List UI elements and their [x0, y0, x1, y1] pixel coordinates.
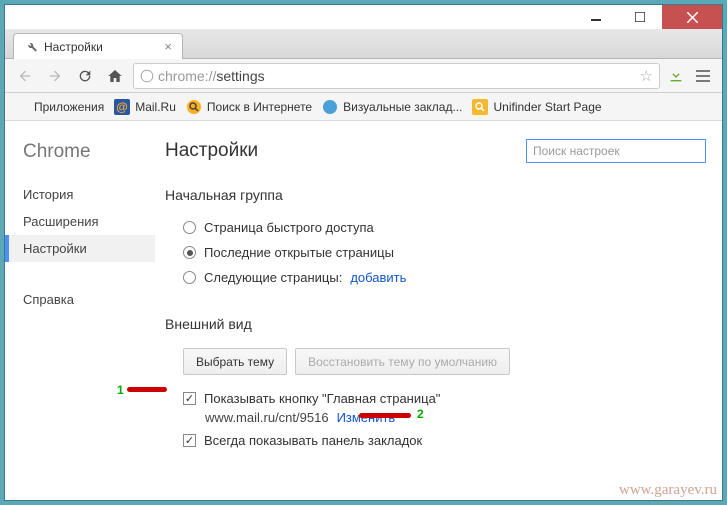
bookmark-label: Unifinder Start Page: [493, 100, 601, 114]
nav-toolbar: chrome://settings ☆: [5, 59, 722, 93]
back-button[interactable]: [13, 64, 37, 88]
bookmark-label: Поиск в Интернете: [207, 100, 312, 114]
bookmark-label: Визуальные заклад...: [343, 100, 462, 114]
window-titlebar: [5, 5, 722, 29]
sidebar-item-history[interactable]: История: [23, 181, 155, 208]
mailru-icon: @: [114, 99, 130, 115]
maximize-button[interactable]: [618, 5, 662, 29]
startup-specific-option[interactable]: Следующие страницы: добавить: [165, 265, 706, 290]
tab-settings[interactable]: Настройки ×: [13, 33, 183, 59]
svg-text:@: @: [116, 100, 128, 114]
globe-icon: [140, 69, 154, 83]
reload-button[interactable]: [73, 64, 97, 88]
apps-shortcut[interactable]: Приложения: [13, 99, 104, 115]
chrome-brand: Chrome: [23, 141, 155, 163]
close-button[interactable]: [662, 5, 722, 29]
annotation-mark-1: [127, 387, 167, 392]
checkbox-label: Показывать кнопку "Главная страница": [204, 391, 440, 406]
page-title: Настройки: [165, 140, 258, 162]
startup-newtab-option[interactable]: Страница быстрого доступа: [165, 215, 706, 240]
annotation-mark-2: [359, 413, 411, 418]
download-icon[interactable]: [666, 66, 686, 86]
annotation-2: 2: [417, 407, 424, 421]
sidebar-item-settings[interactable]: Настройки: [5, 235, 155, 262]
minimize-button[interactable]: [574, 5, 618, 29]
radio-icon: [183, 221, 196, 234]
bookmark-visual[interactable]: Визуальные заклад...: [322, 99, 462, 115]
browser-window: Настройки × chrome://settings ☆ Приложен…: [4, 4, 723, 501]
option-label: Страница быстрого доступа: [204, 220, 374, 235]
show-home-checkbox-row[interactable]: Показывать кнопку "Главная страница": [165, 387, 706, 410]
sidebar-item-extensions[interactable]: Расширения: [23, 208, 155, 235]
bookmark-mailru[interactable]: @ Mail.Ru: [114, 99, 176, 115]
settings-main: Настройки Поиск настроек Начальная групп…: [155, 121, 722, 500]
forward-button[interactable]: [43, 64, 67, 88]
address-bar[interactable]: chrome://settings ☆: [133, 63, 660, 89]
bookmark-star-icon[interactable]: ☆: [640, 67, 653, 85]
visual-fav-icon: [322, 99, 338, 115]
wrench-icon: [24, 40, 38, 54]
sidebar-item-help[interactable]: Справка: [23, 286, 155, 313]
checkbox-label: Всегда показывать панель закладок: [204, 433, 422, 448]
show-bookmarks-checkbox-row[interactable]: Всегда показывать панель закладок: [165, 429, 706, 452]
settings-page: Chrome История Расширения Настройки Спра…: [5, 121, 722, 500]
section-startup-heading: Начальная группа: [165, 187, 706, 203]
apps-icon: [13, 99, 29, 115]
url-text: chrome://settings: [158, 68, 636, 84]
menu-icon[interactable]: [692, 65, 714, 87]
tab-strip: Настройки ×: [5, 29, 722, 59]
search-fav-icon: [186, 99, 202, 115]
radio-icon: [183, 246, 196, 259]
startup-continue-option[interactable]: Последние открытые страницы: [165, 240, 706, 265]
tab-title: Настройки: [44, 40, 158, 54]
bookmark-search[interactable]: Поиск в Интернете: [186, 99, 312, 115]
bookmark-label: Mail.Ru: [135, 100, 176, 114]
add-pages-link[interactable]: добавить: [350, 270, 406, 285]
bookmarks-bar: Приложения @ Mail.Ru Поиск в Интернете В…: [5, 93, 722, 121]
option-label: Последние открытые страницы: [204, 245, 394, 260]
section-appearance-heading: Внешний вид: [165, 316, 706, 332]
annotation-1: 1: [117, 383, 124, 397]
reset-theme-button: Восстановить тему по умолчанию: [295, 348, 510, 375]
home-url-text: www.mail.ru/cnt/9516: [205, 410, 329, 425]
settings-sidebar: Chrome История Расширения Настройки Спра…: [5, 121, 155, 500]
tab-close-icon[interactable]: ×: [164, 39, 172, 54]
radio-icon: [183, 271, 196, 284]
apps-label: Приложения: [34, 100, 104, 114]
option-label: Следующие страницы:: [204, 270, 342, 285]
bookmark-unifinder[interactable]: Unifinder Start Page: [472, 99, 601, 115]
home-button[interactable]: [103, 64, 127, 88]
unifinder-fav-icon: [472, 99, 488, 115]
checkbox-icon: [183, 434, 196, 447]
choose-theme-button[interactable]: Выбрать тему: [183, 348, 287, 375]
watermark: www.garayev.ru: [619, 482, 717, 499]
checkbox-icon: [183, 392, 196, 405]
settings-search-input[interactable]: Поиск настроек: [526, 139, 706, 163]
